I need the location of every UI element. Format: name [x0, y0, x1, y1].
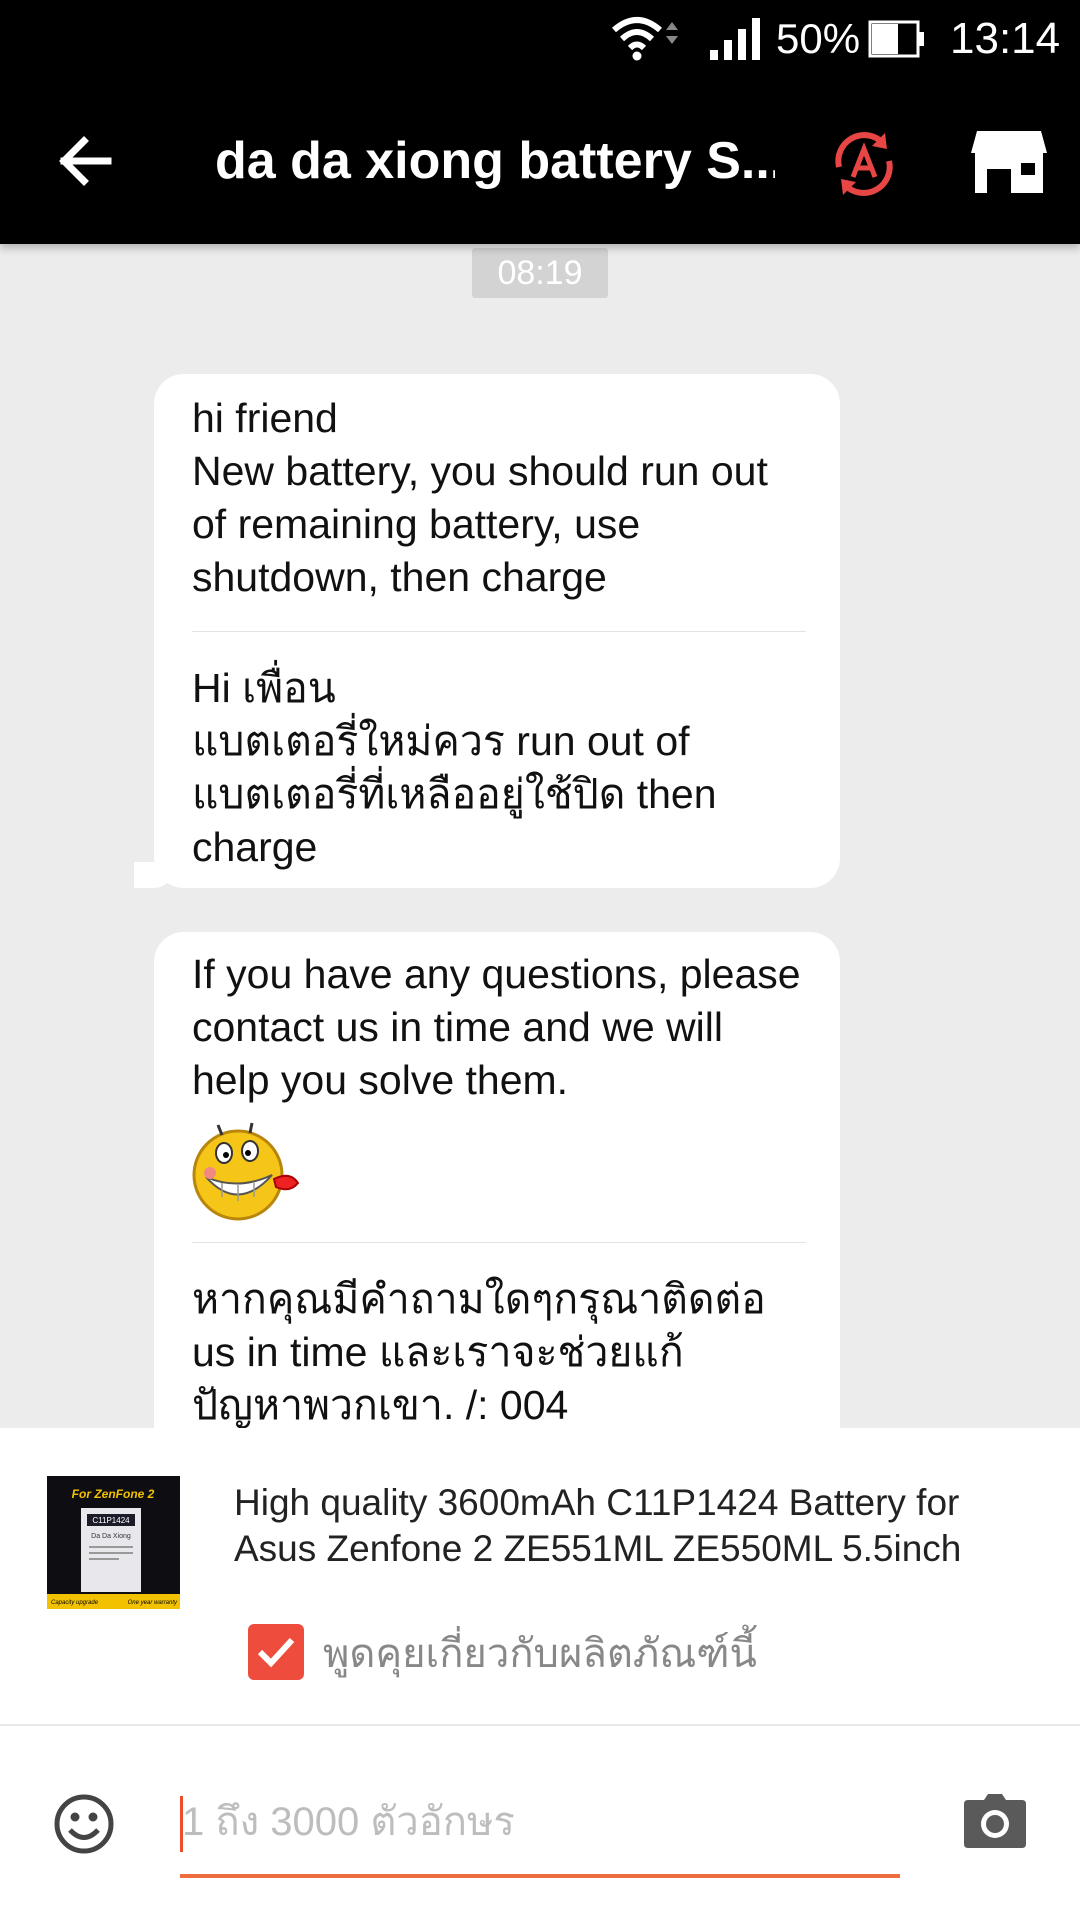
emoji-button[interactable] [50, 1790, 118, 1858]
wifi-icon [610, 0, 692, 78]
thumb-footer-left: Capacity upgrade [51, 1600, 99, 1606]
bubble-tail [134, 862, 174, 888]
battery-percent: 50% [776, 15, 861, 62]
product-panel[interactable]: For ZenFone 2 C11P1424 Da Da Xiong Capac… [0, 1428, 1080, 1726]
message-translated-text: หากคุณมีคำถามใดๆกรุณาติดต่อ us in time แ… [192, 1276, 766, 1428]
clock: 13:14 [950, 14, 1061, 63]
message-input[interactable] [178, 1786, 900, 1858]
thumb-model: C11P1424 [92, 1516, 130, 1525]
message-original-text: hi friend New battery, you should run ou… [192, 395, 768, 600]
text-caret [180, 1796, 183, 1852]
back-button[interactable] [50, 126, 120, 196]
discuss-product-checkbox[interactable] [248, 1624, 304, 1680]
input-underline [180, 1874, 900, 1878]
smiley-icon [54, 1794, 114, 1854]
message-original-text: If you have any questions, please contac… [192, 951, 801, 1103]
message-bubble[interactable]: hi friend New battery, you should run ou… [134, 374, 840, 888]
chat-title: da da xiong battery S... [215, 132, 775, 190]
chat-area[interactable]: 08:19 hi friend New battery, you should … [0, 244, 1080, 1428]
discuss-product-label[interactable]: พูดคุยเกี่ยวกับผลิตภัณฑ์นี้ [323, 1626, 757, 1682]
input-bar [0, 1726, 1080, 1920]
camera-button[interactable] [962, 1792, 1028, 1850]
grinning-rose-emoji [192, 1117, 304, 1227]
arrow-left-icon [59, 136, 112, 186]
thumb-footer-right: One year warranty [128, 1600, 178, 1606]
battery-icon [868, 0, 926, 78]
product-title[interactable]: High quality 3600mAh C11P1424 Battery fo… [234, 1480, 1034, 1572]
timestamp-chip: 08:19 [472, 248, 608, 298]
store-button[interactable] [966, 122, 1052, 202]
checkmark-icon [257, 1637, 295, 1668]
app-bar: da da xiong battery S... [0, 78, 1080, 244]
camera-icon [964, 1794, 1026, 1848]
status-bar: 50% 13:14 [0, 0, 1080, 78]
product-thumbnail[interactable]: For ZenFone 2 C11P1424 Da Da Xiong Capac… [47, 1476, 180, 1609]
message-original-block: If you have any questions, please contac… [192, 932, 806, 1242]
store-icon [971, 131, 1047, 193]
translate-button[interactable] [824, 124, 904, 204]
signal-icon [708, 0, 764, 78]
translate-icon [835, 132, 893, 196]
message-translated-text: Hi เพื่อน แบตเตอรี่ใหม่ควร run out of แบ… [192, 665, 717, 870]
thumb-heading: For ZenFone 2 [72, 1487, 155, 1501]
thumb-brand: Da Da Xiong [91, 1533, 131, 1540]
message-bubble[interactable]: If you have any questions, please contac… [154, 932, 840, 1428]
